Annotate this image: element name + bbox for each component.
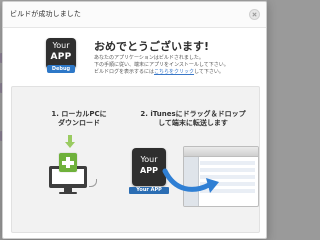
itunes-toolbar — [184, 147, 258, 157]
step-1-title: 1. ローカルPCに ダウンロード — [39, 110, 119, 128]
close-icon[interactable] — [249, 9, 260, 20]
dialog-header: ビルドが成功しました — [3, 2, 266, 28]
download-plus-icon — [59, 153, 77, 172]
app-badge-line1: Your — [52, 41, 70, 50]
step-1-title-line-1: 1. ローカルPCに — [51, 110, 107, 118]
app-icon: Your APP Debug — [46, 38, 76, 80]
step-2-title-line-1: 2. iTunesにドラッグ＆ドロップ — [140, 110, 246, 118]
step-2-title: 2. iTunesにドラッグ＆ドロップ して端末に転送します — [127, 110, 259, 128]
install-steps-panel: 1. ローカルPCに ダウンロード 2. iTunesにドラッグ＆ドロップ して… — [11, 86, 260, 233]
step-1-title-line-2: ダウンロード — [58, 119, 100, 127]
dialog-title: ビルドが成功しました — [10, 10, 81, 18]
description-line-3: ビルドログを表示するにはこちらをクリックして下さい。 — [94, 69, 258, 76]
success-description: あなたのアプリケーションはビルドされました。 下の手順に従い、端末にアプリをイン… — [94, 55, 258, 76]
dialog-summary: Your APP Debug おめでとうございます! あなたのアプリケーションは… — [3, 28, 266, 86]
description-line-3-suffix: して下さい。 — [194, 69, 224, 75]
description-line-3-prefix: ビルドログを表示するには — [94, 69, 155, 75]
success-headline: おめでとうございます! — [94, 40, 210, 53]
app-badge-line2: APP — [50, 52, 72, 62]
debug-ribbon: Debug — [47, 65, 75, 73]
build-log-link[interactable]: こちらをクリック — [154, 69, 194, 75]
download-to-pc-button[interactable] — [49, 153, 97, 195]
description-line-2: 下の手順に従い、端末にアプリをインストールして下さい。 — [94, 62, 229, 68]
description-line-1: あなたのアプリケーションはビルドされました。 — [94, 55, 204, 61]
cable-icon — [89, 179, 97, 187]
build-success-dialog: ビルドが成功しました Your APP Debug おめでとうございます! あな… — [2, 1, 267, 239]
down-arrow-icon — [65, 135, 75, 149]
step-2-title-line-2: して端末に転送します — [158, 119, 228, 127]
drag-arrow-icon — [162, 168, 219, 193]
